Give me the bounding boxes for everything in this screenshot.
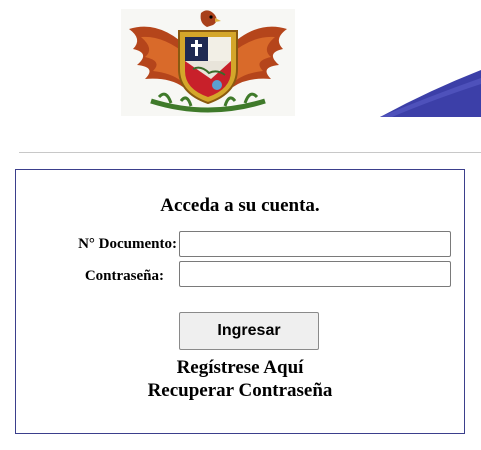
register-link[interactable]: Regístrese Aquí [16,357,464,379]
header-divider [19,152,481,153]
coat-of-arms-logo [121,9,295,116]
recover-password-link[interactable]: Recuperar Contraseña [16,380,464,402]
page-header [0,0,481,120]
login-panel: Acceda a su cuenta. N° Documento: Contra… [15,169,465,434]
login-title: Acceda a su cuenta. [160,195,320,216]
document-label: N° Documento: [78,236,177,252]
decorative-swoosh [380,70,481,117]
login-button[interactable]: Ingresar [179,312,319,350]
eagle-crest-icon [129,10,287,113]
password-input[interactable] [179,261,451,287]
password-label: Contraseña: [84,268,164,284]
document-input[interactable] [179,231,451,257]
